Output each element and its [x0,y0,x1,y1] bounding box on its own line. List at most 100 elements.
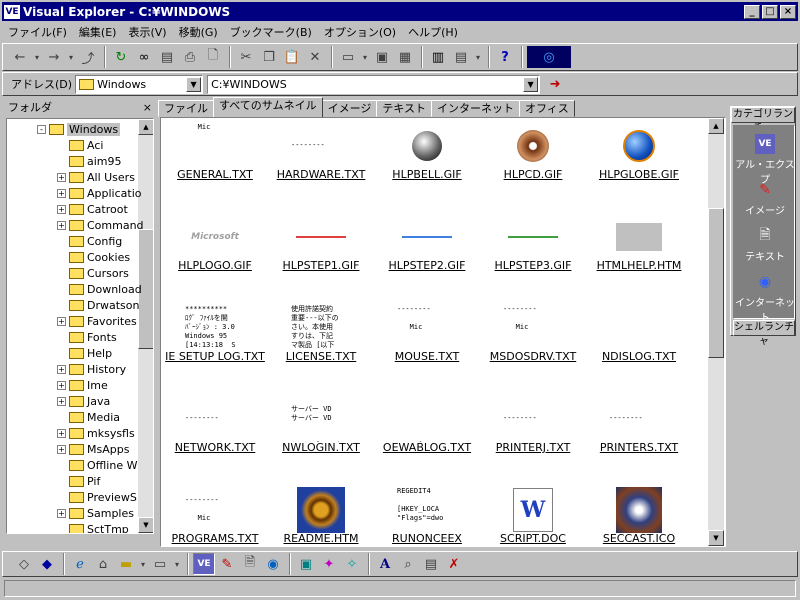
properties-icon[interactable]: ▤ [156,46,178,68]
thumbnail-filename[interactable]: HLPCD.GIF [481,168,585,181]
path-value[interactable]: C:¥WINDOWS [211,78,287,91]
tree-scrollbar[interactable]: ▲ ▼ [138,119,153,533]
tab-2[interactable]: イメージ [321,100,378,117]
document-icon[interactable]: 🗎 [239,553,261,575]
slideshow-icon[interactable]: ▣ [371,46,393,68]
copy-icon[interactable]: ❐ [258,46,280,68]
view-monitor-icon[interactable]: ▭ [337,46,359,68]
category-image[interactable]: ✎ イメージ [734,180,796,217]
expand-icon[interactable]: + [57,508,66,518]
font-icon[interactable]: A [374,553,396,575]
capture-icon[interactable]: ▤ [420,553,442,575]
thumbnail-item[interactable]: HLPBELL.GIF [375,120,479,211]
expand-icon[interactable]: + [57,396,66,406]
tree-item[interactable]: + Applicatio [57,185,142,201]
tree-item[interactable]: SctTmp [57,521,129,533]
menu-go[interactable]: 移動(G) [173,24,224,40]
tree-item[interactable]: aim95 [57,153,122,169]
menu-bookmark[interactable]: ブックマーク(B) [224,24,318,40]
thumbnail-filename[interactable]: OEWABLOG.TXT [375,441,479,454]
tab-4[interactable]: インターネット [431,100,521,117]
scroll-up-icon[interactable]: ▲ [708,118,724,134]
print-preview-icon[interactable]: 🗋 [202,46,224,68]
thumbnail-filename[interactable]: HLPSTEP1.GIF [269,259,373,272]
thumbnail-filename[interactable]: HLPLOGO.GIF [163,259,267,272]
maximize-button[interactable]: □ [762,4,778,19]
thumbnail-filename[interactable]: README.HTM [269,532,373,544]
scroll-down-icon[interactable]: ▼ [138,517,153,533]
menu-edit[interactable]: 編集(E) [73,24,123,40]
thumbnail-filename[interactable]: MSDOSDRV.TXT [481,350,585,363]
tab-3[interactable]: テキスト [376,100,433,117]
thumbnail-item[interactable]: NDISLOG.TXT [587,302,691,393]
print-icon[interactable]: ⎙ [179,46,201,68]
tree-item[interactable]: + Samples [57,505,134,521]
collapse-icon[interactable]: - [37,124,46,134]
tree-item[interactable]: Cursors [57,265,129,281]
thumbnail-item[interactable]: -------- Mic PROGRAMS.TXT [163,484,267,544]
home-icon[interactable]: ⌂ [92,553,114,575]
thumbnail-filename[interactable]: HTMLHELP.HTM [587,259,691,272]
ve-icon[interactable]: VE [193,553,215,575]
dropdown-arrow-icon[interactable]: ▾ [32,46,42,68]
thumbnail-filename[interactable]: HLPSTEP2.GIF [375,259,479,272]
thumbnail-item[interactable]: HLPCD.GIF [481,120,585,211]
category-text[interactable]: 🗎 テキスト [734,226,796,263]
thumbnail-item[interactable]: Microsoft HLPLOGO.GIF [163,211,267,302]
thumbnail-item[interactable]: -------- HARDWARE.TXT [269,120,373,211]
thumbnail-filename[interactable]: MOUSE.TXT [375,350,479,363]
thumbnail-item[interactable]: HLPGLOBE.GIF [587,120,691,211]
thumbnail-filename[interactable]: PROGRAMS.TXT [163,532,267,544]
paint-icon[interactable]: ✦ [318,553,340,575]
thumbnail-view-icon[interactable]: ▥ [427,46,449,68]
thumbnail-item[interactable]: Mic GENERAL.TXT [163,120,267,211]
eraser-icon[interactable]: ◇ [13,553,35,575]
thumbnail-item[interactable]: ********** ﾛｸﾞ ﾌｧｲﾙを開 ﾊﾞｰｼﾞｮﾝ : 3.0 Wind… [163,302,267,393]
menu-options[interactable]: オプション(O) [318,24,402,40]
thumbnail-item[interactable]: -------- --------NETWORK.TXT [163,393,267,484]
category-all-explorer[interactable]: VE アル・エクスプ [734,134,796,186]
thumbnail-item[interactable]: REGEDIT4 [HKEY_LOCA "Flags"=dwo RUNONCEEX [375,484,479,544]
thumbnail-item[interactable]: -------- --------PRINTERS.TXT [587,393,691,484]
help-icon[interactable]: ? [494,46,516,68]
folder-tree[interactable]: ▲ ▼ - Windows Aci aim95 + All Users + Applicati… [6,118,154,534]
settings-icon[interactable]: ▦ [394,46,416,68]
thumbnail-item[interactable]: サーバー VD サーバー VD ドライブ A: ( ドライブ B: (NWLOG… [269,393,373,484]
expand-icon[interactable]: + [57,172,66,182]
scroll-down-icon[interactable]: ▼ [708,530,724,546]
close-icon[interactable]: × [143,101,152,114]
thumbnail-filename[interactable]: GENERAL.TXT [163,168,267,181]
tree-item[interactable]: Aci [57,137,103,153]
back-arrow-icon[interactable]: ← [9,46,31,68]
tree-item[interactable]: PreviewS [57,489,137,505]
up-folder-icon[interactable]: ⤴ [77,46,99,68]
tree-item[interactable]: Cookies [57,249,130,265]
scroll-thumb[interactable] [708,208,724,358]
path-combo[interactable]: C:¥WINDOWS ▼ [207,74,541,94]
globe-icon[interactable]: ◉ [262,553,284,575]
thumbnail-item[interactable]: README.HTM [269,484,373,544]
thumbnail-item[interactable]: SECCAST.ICO [587,484,691,544]
cut-icon[interactable]: ✂ [235,46,257,68]
thumbnail-filename[interactable]: LICENSE.TXT [269,350,373,363]
go-arrow-icon[interactable]: ➜ [544,73,566,95]
tree-item[interactable]: + Java [57,393,110,409]
tree-item[interactable]: + Command [57,217,144,233]
expand-icon[interactable]: + [57,204,66,214]
folder-combo[interactable]: Windows ▼ [75,74,204,94]
brush-icon[interactable]: ✎ [216,553,238,575]
minimize-button[interactable]: _ [744,4,760,19]
dropdown-arrow-icon[interactable]: ▾ [138,553,148,575]
thumbnail-item[interactable]: HLPSTEP3.GIF [481,211,585,302]
color-picker-icon[interactable]: ✧ [341,553,363,575]
thumbnail-filename[interactable]: PRINTERS.TXT [587,441,691,454]
thumbnail-item[interactable]: HLPSTEP1.GIF [269,211,373,302]
forward-arrow-icon[interactable]: → [43,46,65,68]
thumbnail-filename[interactable]: RUNONCEEX [375,532,479,544]
dropdown-arrow-icon[interactable]: ▾ [172,553,182,575]
thumbnail-item[interactable]: -------- Mic MSDOSDRV.TXT [481,302,585,393]
expand-icon[interactable]: + [57,428,66,438]
thumbnail-filename[interactable]: HLPGLOBE.GIF [587,168,691,181]
thumbnail-filename[interactable]: NWLOGIN.TXT [269,441,373,454]
thumbnail-item[interactable]: -------- --------PRINTERJ.TXT [481,393,585,484]
